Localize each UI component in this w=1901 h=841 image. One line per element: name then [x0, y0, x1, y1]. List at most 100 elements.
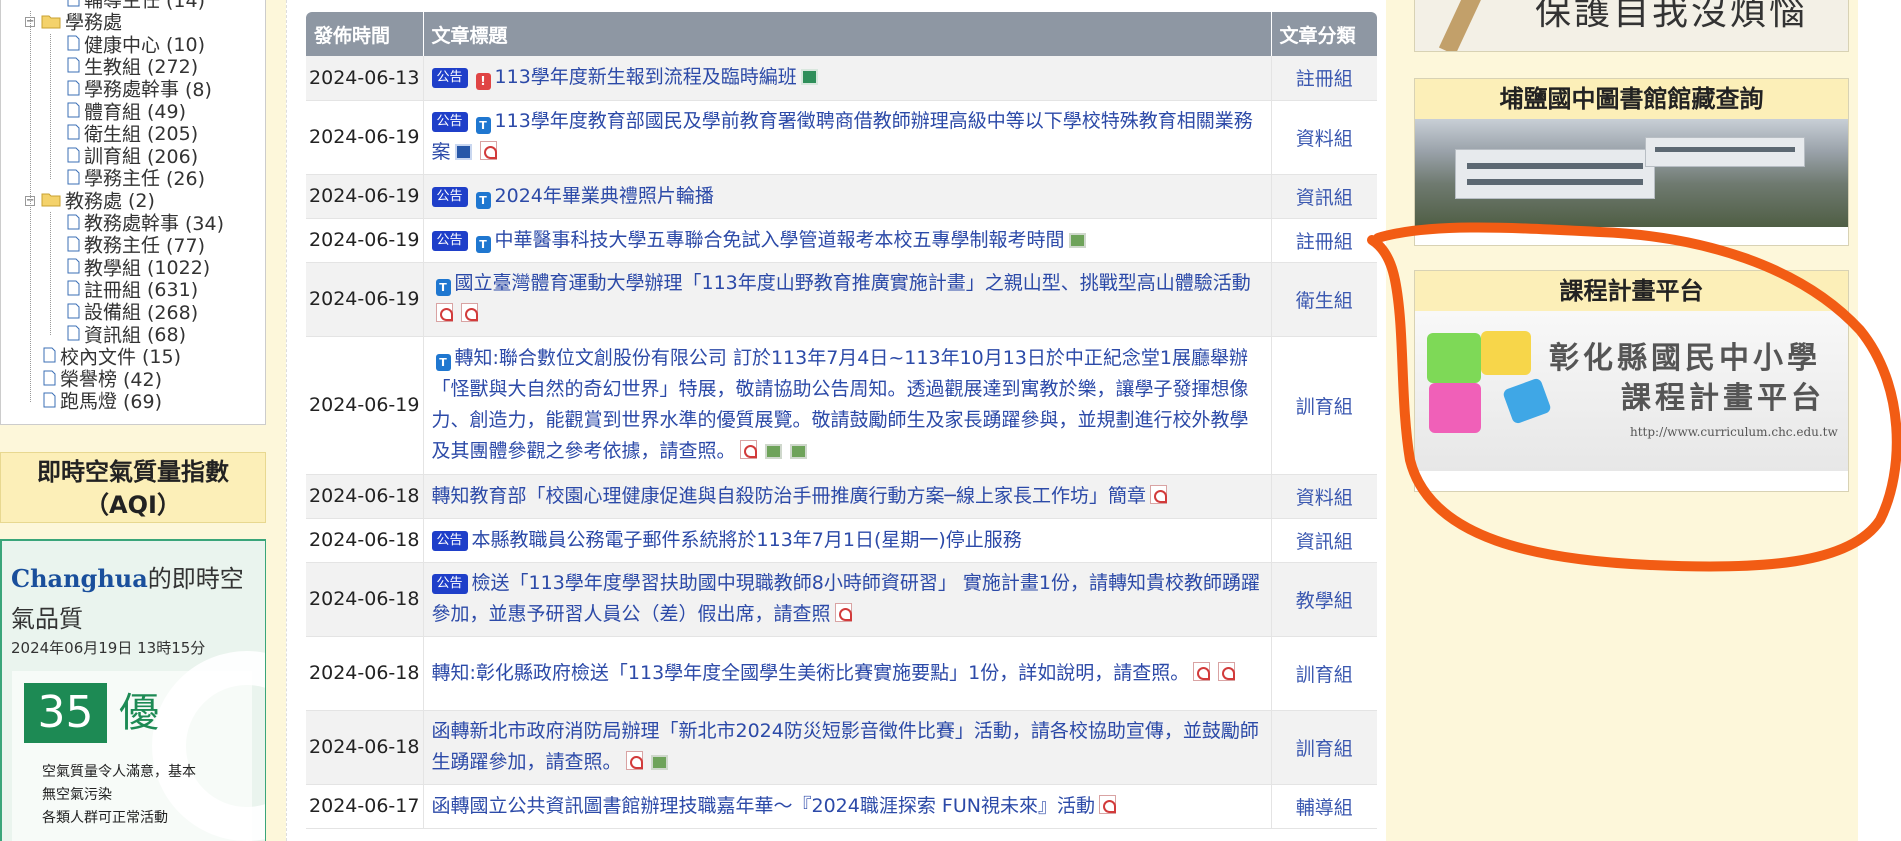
aqi-desc-line: 無空氣污染 — [42, 787, 112, 803]
image-attachment-icon[interactable] — [764, 444, 782, 459]
pdf-attachment-icon[interactable] — [625, 751, 643, 770]
image-attachment-icon[interactable] — [1068, 232, 1086, 248]
document-attachment-icon[interactable] — [454, 144, 472, 160]
table-header-row: 發佈時間 文章標題 文章分類 — [306, 12, 1377, 56]
folder-icon — [41, 12, 61, 34]
tree-item[interactable]: 學務處幹事 (8) — [67, 78, 212, 101]
puzzle-blue-icon — [1502, 377, 1552, 425]
tree-item[interactable]: 教務主任 (77) — [67, 234, 205, 257]
row-title-cell: T 國立臺灣體育運動大學辦理「113年度山野教育推廣實施計畫」之親山型、挑戰型高山… — [423, 262, 1272, 337]
tree-item-label: 訓育組 — [84, 145, 142, 168]
row-category-link[interactable]: 輔導組 — [1271, 784, 1377, 829]
pdf-attachment-icon[interactable] — [1098, 794, 1116, 814]
article-link[interactable]: 轉知:聯合數位文創股份有限公司 訂於113年7月4日~113年10月13日於中正… — [432, 347, 1249, 462]
pin-top-icon: T — [475, 191, 491, 209]
table-row: 2024-06-19 T 國立臺灣體育運動大學辦理「113年度山野教育推廣實施計畫」… — [306, 262, 1377, 337]
article-link[interactable]: 113學年度新生報到流程及臨時編班 — [495, 66, 797, 88]
pdf-attachment-icon[interactable] — [834, 603, 852, 622]
tree-root-item[interactable]: 榮譽榜 (42) — [43, 368, 162, 391]
announcement-badge: 公告 — [431, 186, 468, 207]
curriculum-url: http://www.curriculum.chc.edu.tw — [1630, 425, 1838, 439]
article-link[interactable]: 113學年度教育部國民及學前教育署徵聘商借教師辦理高級中等以下學校特殊教育相關業… — [432, 110, 1253, 163]
page-icon — [43, 346, 56, 368]
row-date: 2024-06-17 — [306, 784, 424, 829]
article-link[interactable]: 函轉國立公共資訊圖書館辦理技職嘉年華～『2024職涯探索 FUN視未來』活動 — [432, 795, 1095, 817]
page-icon — [67, 324, 80, 346]
pdf-attachment-icon[interactable] — [1149, 484, 1167, 504]
tree-item-label: 輔導主任 — [84, 0, 161, 12]
tree-item-count: (26) — [166, 167, 206, 190]
tree-item[interactable]: 教務處幹事 (34) — [67, 212, 224, 235]
article-link[interactable]: 轉知:彰化縣政府檢送「113學年度全國學生美術比賽實施要點」1份，詳如說明，請查… — [432, 662, 1190, 684]
image-attachment-icon[interactable] — [650, 755, 668, 770]
brush-stroke-icon — [1438, 0, 1490, 51]
article-link[interactable]: 國立臺灣體育運動大學辦理「113年度山野教育推廣實施計畫」之親山型、挑戰型高山體… — [455, 272, 1251, 294]
table-row: 2024-06-19 公告 T 113學年度教育部國民及學前教育署徵聘商借教師辦理高級… — [306, 100, 1377, 175]
spreadsheet-attachment-icon[interactable] — [800, 69, 818, 86]
curriculum-banner-link[interactable]: 彰化縣國民中小學 課程計畫平台 http://www.curriculum.ch… — [1415, 311, 1848, 471]
article-link[interactable]: 2024年畢業典禮照片輪播 — [495, 185, 714, 207]
article-link[interactable]: 轉知教育部「校園心理健康促進與自殺防治手冊推廣行動方案─線上家長工作坊」簡章 — [432, 485, 1146, 507]
tree-root-item[interactable]: 跑馬燈 (69) — [43, 390, 163, 413]
row-category-link[interactable]: 衛生組 — [1271, 262, 1377, 337]
row-title-cell: 函轉國立公共資訊圖書館辦理技職嘉年華～『2024職涯探索 FUN視未來』活動 — [423, 784, 1272, 829]
tree-item[interactable]: 訓育組 (206) — [67, 145, 198, 168]
tree-item[interactable]: 學務主任 (26) — [67, 167, 206, 190]
pdf-attachment-icon[interactable] — [435, 303, 453, 322]
pdf-attachment-icon[interactable] — [460, 303, 478, 322]
pdf-attachment-icon[interactable] — [479, 141, 497, 160]
tree-item-count: (268) — [147, 301, 199, 324]
image-attachment-icon[interactable] — [789, 444, 807, 459]
article-link[interactable]: 本縣教職員公務電子郵件系統將於113年7月1日(星期一)停止服務 — [472, 529, 1022, 551]
row-category-link[interactable]: 註冊組 — [1271, 218, 1377, 263]
row-category-link[interactable]: 訓育組 — [1271, 336, 1377, 475]
tree-item-count: (69) — [123, 390, 163, 413]
tree-item[interactable]: 教學組 (1022) — [67, 257, 210, 279]
page-margin — [1858, 0, 1901, 841]
tree-item[interactable]: 生教組 (272) — [67, 56, 198, 78]
tree-item-count: (631) — [147, 279, 199, 302]
article-link[interactable]: 中華醫事科技大學五專聯合免試入學管道報考本校五專學制報考時間 — [495, 229, 1065, 251]
tree-item-count: (8) — [185, 78, 212, 101]
tree-item-partial[interactable]: 輔導主任 (14) — [67, 0, 206, 12]
tree-item-count: (14) — [166, 0, 206, 12]
row-category-link[interactable]: 訓育組 — [1271, 636, 1377, 711]
tree-connector — [50, 33, 51, 179]
aqi-title-text: 即時空氣質量指數（AQI） — [37, 458, 229, 519]
page-icon — [67, 101, 80, 123]
row-date: 2024-06-19 — [306, 262, 424, 337]
row-category-link[interactable]: 資訊組 — [1271, 518, 1377, 563]
tree-item[interactable]: 註冊組 (631) — [67, 279, 198, 301]
pin-top-icon: T — [475, 117, 491, 134]
article-link[interactable]: 函轉新北市政府消防局辦理「新北市2024防災短影音徵件比賽」活動，請各校協助宣傳… — [432, 720, 1259, 773]
row-category-link[interactable]: 資料組 — [1271, 474, 1377, 519]
aqi-widget[interactable]: Changhua的即時空氣品質 2024年06月19日 13時15分 35 優 … — [0, 539, 266, 841]
row-category-link[interactable]: 訓育組 — [1271, 710, 1377, 785]
tree-group-0[interactable]: 學務處 — [41, 11, 122, 34]
tree-item[interactable]: 設備組 (268) — [67, 301, 199, 324]
tree-item[interactable]: 健康中心 (10) — [67, 34, 205, 56]
tree-root-item[interactable]: 校內文件 (15) — [43, 346, 181, 368]
header-category: 文章分類 — [1271, 12, 1377, 56]
library-photo-link[interactable] — [1415, 119, 1848, 227]
aqi-desc-line: 空氣質量令人滿意，基本 — [42, 764, 196, 780]
pdf-attachment-icon[interactable] — [1193, 661, 1211, 681]
row-category-link[interactable]: 資訊組 — [1271, 174, 1377, 219]
announcement-badge: 公告 — [431, 530, 468, 551]
row-category-link[interactable]: 註冊組 — [1271, 56, 1377, 101]
pdf-attachment-icon[interactable] — [1218, 661, 1236, 681]
page-icon — [67, 257, 80, 279]
tree-item[interactable]: 衛生組 (205) — [67, 123, 198, 145]
aqi-title: 即時空氣質量指數（AQI） — [0, 452, 266, 523]
table-row: 2024-06-18 公告 本縣教職員公務電子郵件系統將於113年7月1日(星期一)… — [306, 518, 1377, 563]
tree-item[interactable]: 資訊組 (68) — [67, 324, 186, 346]
tree-item[interactable]: 體育組 (49) — [67, 101, 186, 123]
pdf-attachment-icon[interactable] — [739, 440, 757, 459]
row-category-link[interactable]: 資料組 — [1271, 100, 1377, 175]
tree-group-1[interactable]: 教務處 (2) — [41, 190, 155, 212]
page-icon — [67, 302, 80, 324]
row-category-link[interactable]: 教學組 — [1271, 562, 1377, 637]
tree-item-label: 體育組 — [84, 101, 142, 123]
top-banner-link[interactable]: 保護自我沒煩惱 — [1414, 0, 1849, 52]
row-date: 2024-06-18 — [306, 636, 424, 711]
